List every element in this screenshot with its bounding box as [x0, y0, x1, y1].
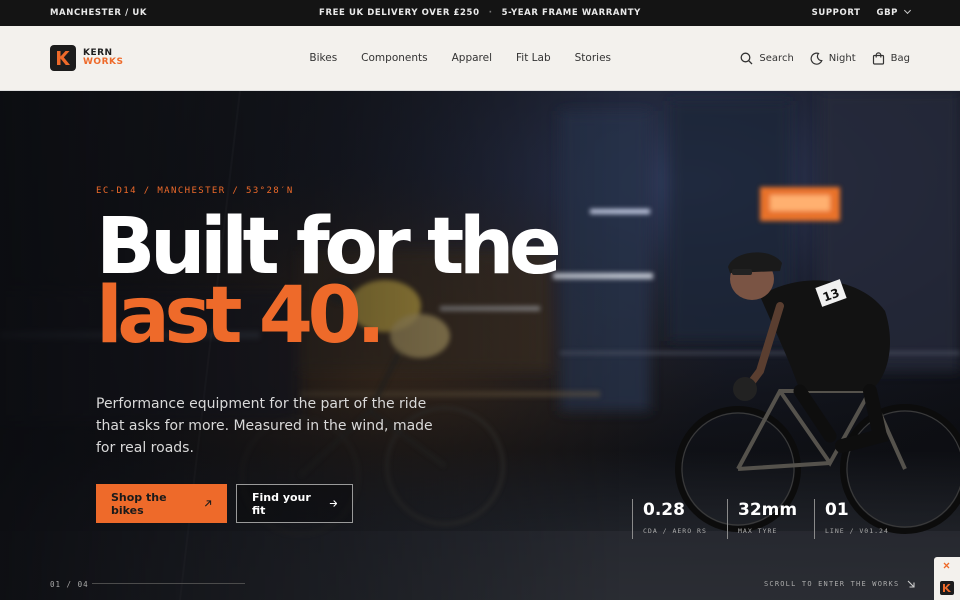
pager-progress-line	[92, 583, 245, 584]
night-mode-toggle[interactable]: Night	[810, 52, 856, 65]
stat-label: LINE / V01.24	[825, 527, 889, 535]
nav-item-stories[interactable]: Stories	[575, 52, 611, 64]
scroll-hint[interactable]: SCROLL TO ENTER THE WORKS	[764, 580, 915, 588]
support-link[interactable]: SUPPORT	[812, 8, 861, 18]
arrow-right-icon	[329, 500, 337, 507]
promo-separator: ·	[488, 8, 493, 18]
arrow-up-right-icon	[205, 500, 212, 507]
arrow-down-right-icon	[907, 580, 915, 588]
stat-label: MAX TYRE	[738, 527, 778, 535]
find-fit-button[interactable]: Find your fit	[236, 484, 353, 523]
bag-label: Bag	[890, 52, 910, 64]
nav-item-components[interactable]: Components	[361, 52, 427, 64]
scroll-hint-label: SCROLL TO ENTER THE WORKS	[764, 580, 900, 588]
logo-mark	[50, 45, 76, 71]
chevron-down-icon	[903, 6, 912, 15]
stat-value: 32mm	[738, 500, 798, 520]
nav-item-apparel[interactable]: Apparel	[452, 52, 492, 64]
widget-logo-icon	[940, 581, 954, 595]
find-fit-label: Find your fit	[252, 490, 311, 517]
moon-icon	[810, 52, 823, 65]
promo-warranty: 5-YEAR FRAME WARRANTY	[501, 8, 641, 18]
shop-bikes-button[interactable]: Shop the bikes	[96, 484, 227, 523]
floating-widget[interactable]	[934, 557, 960, 600]
nav-item-fit-lab[interactable]: Fit Lab	[516, 52, 551, 64]
search-icon	[740, 52, 753, 64]
currency-selector[interactable]: GBP	[876, 6, 912, 18]
location-label: MANCHESTER / UK	[50, 8, 148, 18]
hero-lede: Performance equipment for the part of th…	[96, 396, 433, 456]
stat-max-tyre: 32mm MAX TYRE	[727, 499, 814, 539]
site-header: KERN WORKS Bikes Components Apparel Fit …	[0, 26, 960, 91]
close-icon	[943, 562, 950, 569]
night-label: Night	[828, 52, 856, 64]
currency-label: GBP	[876, 8, 898, 18]
bag-icon	[872, 51, 884, 65]
nav-item-bikes[interactable]: Bikes	[309, 52, 337, 64]
search-label: Search	[759, 52, 794, 64]
promo-delivery: FREE UK DELIVERY OVER £250	[319, 8, 480, 18]
shop-bikes-label: Shop the bikes	[111, 490, 167, 517]
announcement-bar: MANCHESTER / UK FREE UK DELIVERY OVER £2…	[0, 0, 960, 26]
search-button[interactable]: Search	[740, 52, 794, 65]
main-nav: Bikes Components Apparel Fit Lab Stories	[300, 52, 740, 64]
logo-wordmark: KERN WORKS	[83, 49, 123, 67]
stat-line: 01 LINE / V01.24	[814, 499, 904, 539]
header-tools: Search Night Bag	[740, 51, 910, 65]
hero-eyebrow: EC-D14 / MANCHESTER / 53°28′N	[96, 186, 294, 196]
hero-headline: Built for the last 40.	[96, 208, 562, 361]
brand-logo[interactable]: KERN WORKS	[50, 45, 300, 71]
headline-line-2: last 40.	[96, 271, 386, 361]
logo-line-2: WORKS	[83, 57, 124, 67]
hero-stats: 0.28 CDA / AERO RS 32mm MAX TYRE 01 LINE…	[632, 499, 904, 539]
stat-value: 0.28	[643, 500, 685, 520]
hero-section: 13 EC-D14 / MANCHESTER / 53°28′N Built f…	[0, 91, 960, 600]
stat-value: 01	[825, 500, 849, 520]
slide-pager: 01 / 04	[50, 580, 89, 589]
bag-button[interactable]: Bag	[872, 51, 910, 65]
stat-label: CDA / AERO RS	[643, 527, 707, 535]
stat-cda: 0.28 CDA / AERO RS	[632, 499, 727, 539]
